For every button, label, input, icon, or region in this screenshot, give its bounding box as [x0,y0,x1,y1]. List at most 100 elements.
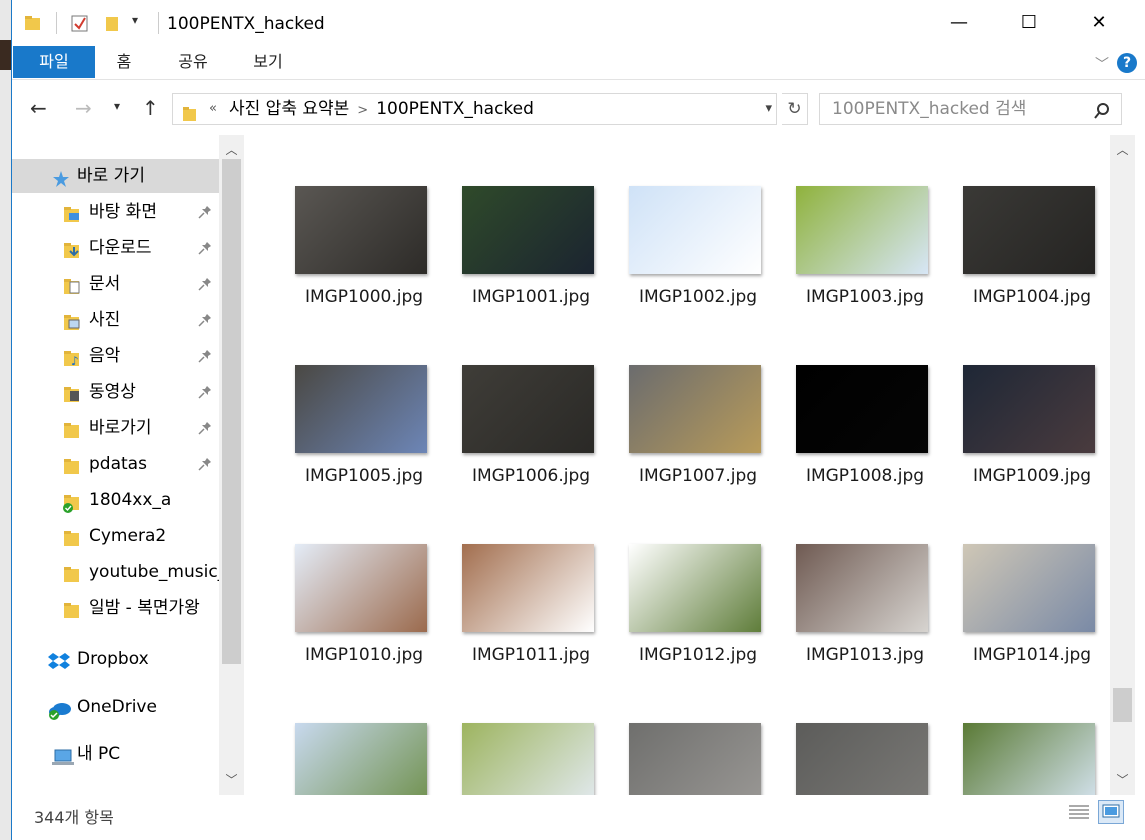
pin-icon[interactable] [198,195,212,229]
file-thumbnail[interactable] [462,365,594,453]
content-scrollbar-thumb[interactable] [1113,688,1132,722]
file-item[interactable]: IMGP1011.jpg [446,544,596,684]
sidebar-item[interactable]: 문서 [12,267,219,301]
file-item[interactable] [780,723,930,795]
file-thumbnail[interactable] [629,723,761,795]
navigation-scrollbar-thumb[interactable] [222,159,241,664]
file-item[interactable]: IMGP1010.jpg [279,544,429,684]
file-item[interactable]: IMGP1004.jpg [947,186,1097,326]
sidebar-item-quick-access[interactable]: 바로 가기 [12,159,219,193]
file-name[interactable]: IMGP1007.jpg [613,466,783,486]
sidebar-item[interactable]: Cymera2 [12,519,219,553]
pin-icon[interactable] [198,375,212,409]
large-icons-view-icon[interactable] [1098,800,1124,824]
file-thumbnail[interactable] [963,186,1095,274]
expand-ribbon-chevron-icon[interactable]: ﹀ [1095,54,1109,74]
file-item[interactable]: IMGP1002.jpg [613,186,763,326]
file-thumbnail[interactable] [796,186,928,274]
customize-toolbar-chevron-icon[interactable]: ▾ [132,13,138,27]
file-item[interactable]: IMGP1012.jpg [613,544,763,684]
file-item[interactable]: IMGP1009.jpg [947,365,1097,505]
tab-file[interactable]: 파일 [13,46,95,78]
tab-view[interactable]: 보기 [244,46,292,78]
content-scrollbar[interactable]: ︿ ﹀ [1110,135,1135,795]
file-thumbnail[interactable] [295,723,427,795]
file-item[interactable]: IMGP1006.jpg [446,365,596,505]
file-name[interactable]: IMGP1013.jpg [780,645,950,665]
file-name[interactable]: IMGP1000.jpg [279,287,449,307]
scroll-down-arrow-icon[interactable]: ﹀ [1110,771,1135,788]
file-thumbnail[interactable] [462,186,594,274]
sidebar-item-onedrive[interactable]: OneDrive [12,690,219,724]
sidebar-item[interactable]: 다운로드 [12,231,219,265]
file-thumbnail[interactable] [295,186,427,274]
file-item[interactable]: IMGP1013.jpg [780,544,930,684]
file-thumbnail[interactable] [629,365,761,453]
minimize-button[interactable]: — [942,8,976,38]
back-arrow-icon[interactable]: ← [30,96,47,120]
file-thumbnail[interactable] [963,544,1095,632]
file-name[interactable]: IMGP1008.jpg [780,466,950,486]
file-name[interactable]: IMGP1006.jpg [446,466,616,486]
new-folder-icon[interactable] [104,14,122,36]
properties-icon[interactable] [70,14,90,38]
sidebar-item[interactable]: 바탕 화면 [12,195,219,229]
sidebar-item[interactable]: youtube_music_ [12,555,219,589]
file-thumbnail[interactable] [629,186,761,274]
refresh-button[interactable]: ↻ [782,93,808,125]
tab-share[interactable]: 공유 [169,46,217,78]
file-thumbnail[interactable] [629,544,761,632]
file-name[interactable]: IMGP1004.jpg [947,287,1110,307]
file-item[interactable] [947,723,1097,795]
file-thumbnail[interactable] [462,723,594,795]
scroll-up-arrow-icon[interactable]: ︿ [219,141,244,158]
file-thumbnail[interactable] [295,365,427,453]
file-name[interactable]: IMGP1002.jpg [613,287,783,307]
pin-icon[interactable] [198,267,212,301]
file-item[interactable]: IMGP1008.jpg [780,365,930,505]
file-name[interactable]: IMGP1005.jpg [279,466,449,486]
file-thumbnail[interactable] [295,544,427,632]
scroll-down-arrow-icon[interactable]: ﹀ [219,771,244,788]
file-name[interactable]: IMGP1010.jpg [279,645,449,665]
address-bar[interactable]: « 사진 압축 요약본 >100PENTX_hacked ▾ [172,93,777,125]
file-thumbnail[interactable] [963,723,1095,795]
close-button[interactable]: ✕ [1082,8,1116,38]
file-name[interactable]: IMGP1001.jpg [446,287,616,307]
file-item[interactable] [279,723,429,795]
sidebar-item[interactable]: 동영상 [12,375,219,409]
scroll-up-arrow-icon[interactable]: ︿ [1110,141,1135,158]
file-name[interactable]: IMGP1011.jpg [446,645,616,665]
address-dropdown-chevron-icon[interactable]: ▾ [765,94,772,124]
address-overflow-icon[interactable]: « [209,94,217,124]
sidebar-item[interactable]: 1804xx_a [12,483,219,517]
up-arrow-icon[interactable]: ↑ [142,96,159,120]
pin-icon[interactable] [198,339,212,373]
pin-icon[interactable] [198,447,212,481]
file-name[interactable]: IMGP1014.jpg [947,645,1110,665]
help-button[interactable]: ? [1117,53,1137,73]
file-thumbnail[interactable] [963,365,1095,453]
sidebar-item-dropbox[interactable]: Dropbox [12,642,219,676]
pin-icon[interactable] [198,303,212,337]
tab-home[interactable]: 홈 [104,46,144,78]
file-item[interactable]: IMGP1003.jpg [780,186,930,326]
maximize-button[interactable]: ☐ [1012,8,1046,38]
file-thumbnail[interactable] [796,544,928,632]
recent-locations-chevron-icon[interactable]: ▾ [114,99,120,113]
file-item[interactable] [613,723,763,795]
file-thumbnail[interactable] [796,723,928,795]
navigation-scrollbar[interactable]: ︿ ﹀ [219,135,244,795]
file-thumbnail[interactable] [462,544,594,632]
breadcrumb-separator-icon[interactable]: > [357,103,368,118]
file-item[interactable] [446,723,596,795]
pin-icon[interactable] [198,231,212,265]
details-view-icon[interactable] [1066,800,1092,824]
sidebar-item[interactable]: ♪ 음악 [12,339,219,373]
file-item[interactable]: IMGP1005.jpg [279,365,429,505]
file-thumbnail[interactable] [796,365,928,453]
sidebar-item[interactable]: 사진 [12,303,219,337]
breadcrumb-parent[interactable]: 사진 압축 요약본 [229,99,349,119]
sidebar-item[interactable]: pdatas [12,447,219,481]
sidebar-item-this-pc[interactable]: 내 PC [12,737,219,771]
